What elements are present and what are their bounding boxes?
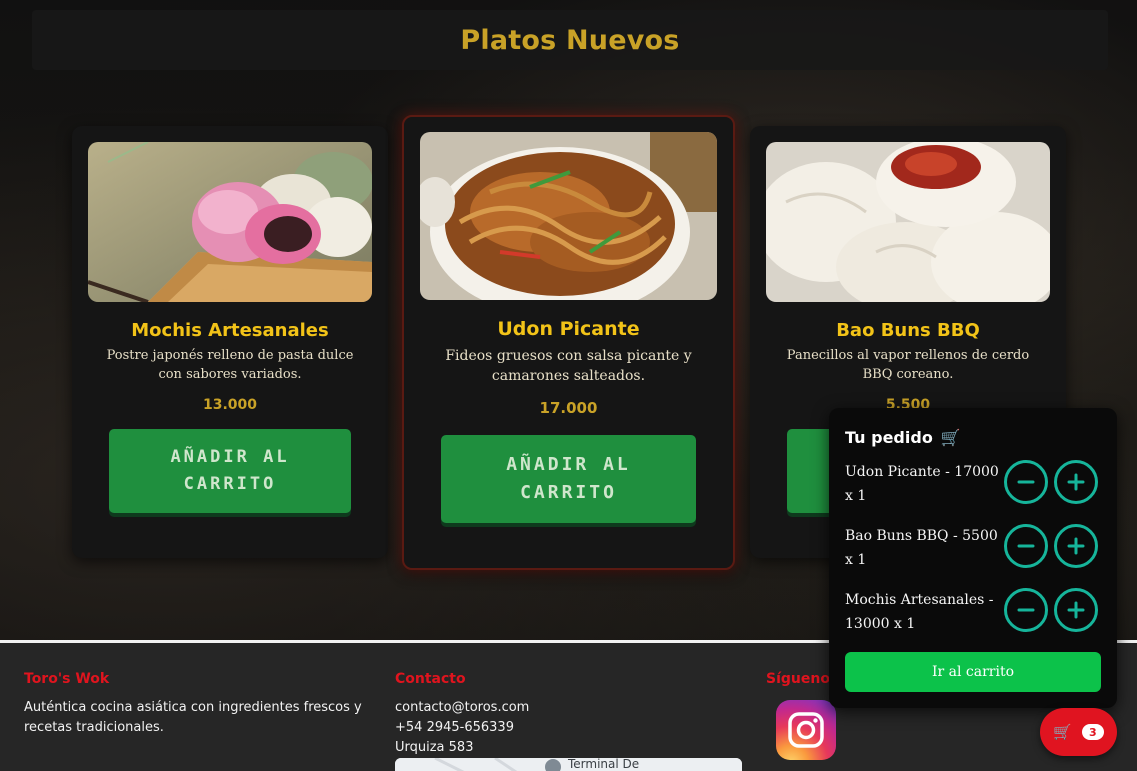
add-to-cart-button[interactable]: AÑADIR AL CARRITO	[109, 428, 351, 513]
order-panel: Tu pedido 🛒 Udon Picante - 17000 x 1 Bao…	[829, 408, 1117, 708]
decrease-quantity-button[interactable]	[1004, 460, 1048, 504]
instagram-icon[interactable]	[776, 700, 836, 760]
dish-image-mochis	[88, 142, 372, 302]
order-item: Udon Picante - 17000 x 1	[845, 464, 999, 504]
order-title: Tu pedido	[845, 428, 933, 447]
decrease-quantity-button[interactable]	[1004, 588, 1048, 632]
dish-description: Fideos gruesos con salsa picante y camar…	[445, 348, 692, 385]
dish-card-mochis: Mochis Artesanales Postre japonés rellen…	[72, 126, 388, 558]
section-title: Platos Nuevos	[460, 24, 680, 56]
contact-address: Urquiza 583	[395, 740, 474, 755]
footer-social-heading: Síguenos	[766, 671, 839, 687]
dish-price: 13.000	[202, 396, 258, 413]
order-title-row: Tu pedido 🛒	[845, 428, 961, 447]
footer-brand: Toro's Wok Auténtica cocina asiática con…	[24, 671, 364, 738]
footer-contact-heading: Contacto	[395, 671, 466, 687]
dish-card-udon: Udon Picante Fideos gruesos con salsa pi…	[402, 115, 735, 570]
go-to-cart-button[interactable]: Ir al carrito	[845, 652, 1101, 692]
map-label: Terminal De	[568, 758, 640, 771]
footer-brand-heading: Toro's Wok	[24, 671, 110, 687]
dish-description: Panecillos al vapor rellenos de cerdo BB…	[786, 348, 1030, 382]
footer-social: Síguenos	[766, 671, 839, 687]
dish-image-udon	[420, 132, 717, 300]
add-to-cart-button[interactable]: AÑADIR AL CARRITO	[441, 434, 696, 523]
decrease-quantity-button[interactable]	[1004, 524, 1048, 568]
dish-name: Mochis Artesanales	[131, 320, 329, 341]
section-header: Platos Nuevos	[32, 10, 1108, 70]
cart-icon: 🛒	[1053, 723, 1072, 741]
footer-brand-text: Auténtica cocina asiática con ingredient…	[24, 700, 362, 735]
increase-quantity-button[interactable]	[1054, 460, 1098, 504]
order-item: Mochis Artesanales - 13000 x 1	[845, 592, 994, 632]
contact-phone[interactable]: +54 2945-656339	[395, 718, 725, 738]
dish-image-bao	[766, 142, 1050, 302]
dish-name: Udon Picante	[497, 318, 640, 340]
increase-quantity-button[interactable]	[1054, 524, 1098, 568]
footer-contact-details: contacto@toros.com +54 2945-656339 Urqui…	[395, 698, 725, 758]
increase-quantity-button[interactable]	[1054, 588, 1098, 632]
dish-description: Postre japonés relleno de pasta dulce co…	[106, 348, 354, 382]
order-item: Bao Buns BBQ - 5500 x 1	[845, 528, 998, 568]
location-map[interactable]: Terminal De	[395, 758, 742, 771]
floating-cart-button[interactable]: 🛒 3	[1040, 708, 1117, 756]
dish-price: 17.000	[539, 398, 598, 417]
contact-email[interactable]: contacto@toros.com	[395, 698, 725, 718]
cart-icon: 🛒	[940, 428, 961, 447]
footer-contact: Contacto contacto@toros.com +54 2945-656…	[395, 671, 725, 758]
dish-name: Bao Buns BBQ	[836, 320, 980, 341]
cart-count-badge: 3	[1081, 724, 1104, 740]
